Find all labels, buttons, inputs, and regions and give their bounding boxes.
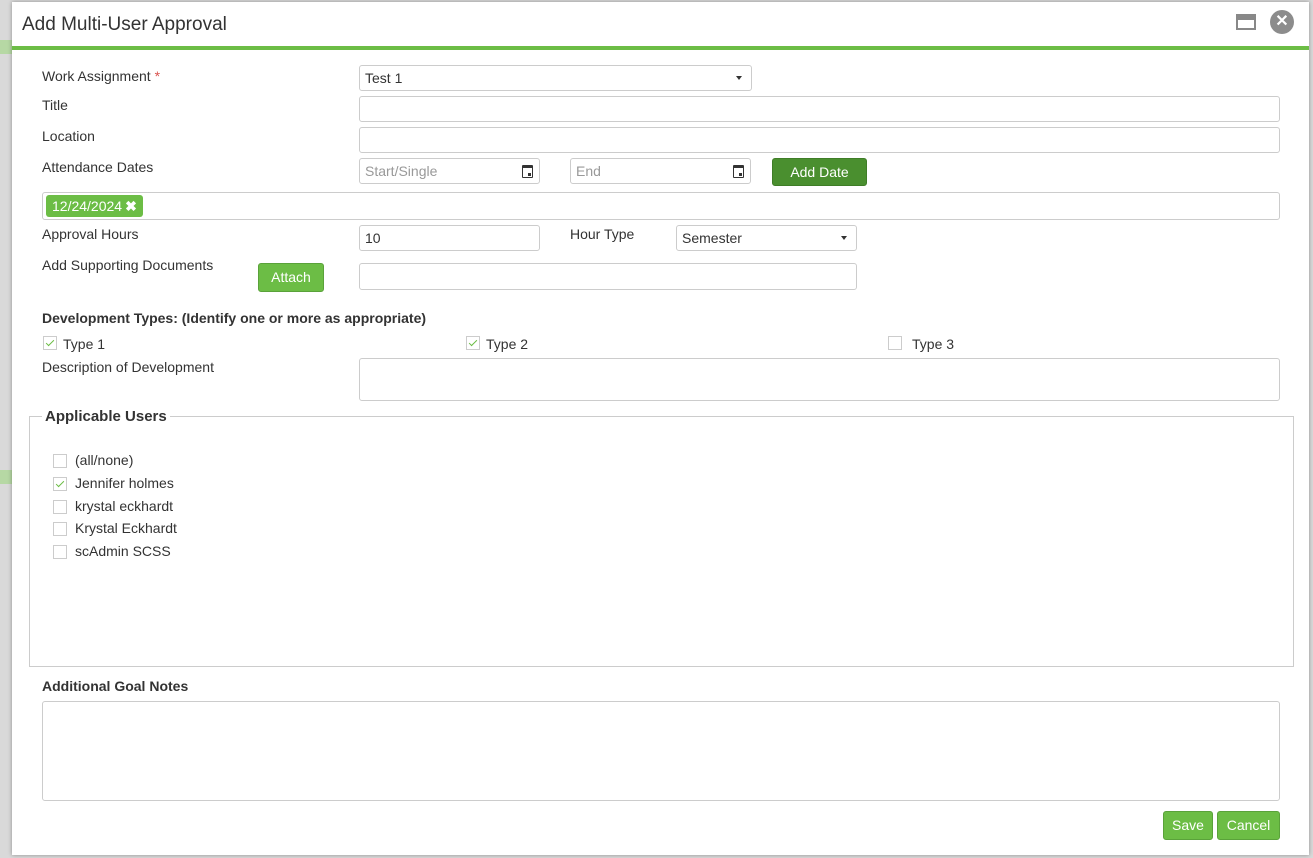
attachment-display: [359, 263, 857, 290]
attendance-dates-label: Attendance Dates: [42, 159, 154, 175]
end-date-input[interactable]: End: [570, 158, 751, 184]
maximize-icon[interactable]: [1236, 14, 1256, 30]
approval-hours-input[interactable]: 10: [359, 225, 540, 251]
user-label-krystal-eckhardt: krystal eckhardt: [75, 498, 174, 514]
date-chip: 12/24/2024 ✖: [46, 195, 143, 217]
description-label: Description of Development: [42, 359, 214, 375]
applicable-users-legend: Applicable Users: [42, 408, 170, 425]
remove-date-icon[interactable]: ✖: [125, 198, 137, 214]
start-date-placeholder: Start/Single: [365, 163, 438, 179]
user-checkbox-krystal-eckhardt-2[interactable]: [53, 522, 67, 536]
title-label: Title: [42, 97, 68, 113]
add-date-button[interactable]: Add Date: [772, 158, 867, 186]
title-input[interactable]: [359, 96, 1280, 122]
type-3-label: Type 3: [912, 336, 955, 352]
approval-hours-label: Approval Hours: [42, 226, 139, 242]
chevron-down-icon: [736, 76, 742, 80]
start-date-input[interactable]: Start/Single: [359, 158, 540, 184]
development-types-label: Development Types: (Identify one or more…: [42, 310, 427, 326]
background-page: [0, 40, 12, 54]
type-2-label: Type 2: [486, 336, 529, 352]
add-multi-user-approval-dialog: Add Multi-User Approval ✕ Work Assignmen…: [12, 2, 1309, 855]
end-date-placeholder: End: [576, 163, 601, 179]
chevron-down-icon: [841, 236, 847, 240]
user-checkbox-scadmin-scss[interactable]: [53, 545, 67, 559]
work-assignment-label: Work Assignment *: [42, 68, 160, 84]
type-1-checkbox[interactable]: [43, 336, 57, 350]
additional-goal-notes-label: Additional Goal Notes: [42, 678, 189, 694]
date-chip-label: 12/24/2024: [52, 198, 123, 214]
hour-type-label: Hour Type: [570, 226, 635, 242]
calendar-icon[interactable]: [522, 165, 533, 178]
user-label-jennifer-holmes: Jennifer holmes: [75, 475, 174, 491]
background-page: [0, 470, 12, 484]
additional-goal-notes-textarea[interactable]: [42, 701, 1280, 801]
work-assignment-value: Test 1: [365, 70, 403, 86]
save-button[interactable]: Save: [1163, 811, 1213, 840]
calendar-icon[interactable]: [733, 165, 744, 178]
description-textarea[interactable]: [359, 358, 1280, 401]
dialog-title: Add Multi-User Approval: [22, 14, 227, 35]
selected-dates-box: 12/24/2024 ✖: [42, 192, 1280, 220]
type-1-label: Type 1: [63, 336, 106, 352]
work-assignment-label-text: Work Assignment: [42, 68, 151, 84]
applicable-users-fieldset: [29, 416, 1294, 667]
location-label: Location: [42, 128, 95, 144]
attach-button[interactable]: Attach: [258, 263, 324, 292]
work-assignment-select[interactable]: Test 1: [359, 65, 752, 91]
all-none-checkbox[interactable]: [53, 454, 67, 468]
supporting-docs-label: Add Supporting Documents: [42, 257, 214, 273]
type-3-checkbox[interactable]: [888, 336, 902, 350]
location-input[interactable]: [359, 127, 1280, 153]
user-label-krystal-eckhardt-2: Krystal Eckhardt: [75, 520, 177, 536]
user-checkbox-jennifer-holmes[interactable]: [53, 477, 67, 491]
cancel-button[interactable]: Cancel: [1217, 811, 1280, 840]
hour-type-value: Semester: [682, 230, 742, 246]
user-checkbox-krystal-eckhardt[interactable]: [53, 500, 67, 514]
user-label-scadmin-scss: scAdmin SCSS: [75, 543, 171, 559]
type-2-checkbox[interactable]: [466, 336, 480, 350]
dialog-title-bar: Add Multi-User Approval ✕: [12, 2, 1309, 50]
hour-type-select[interactable]: Semester: [676, 225, 857, 251]
user-label-all-none: (all/none): [75, 452, 134, 468]
required-mark: *: [154, 68, 161, 84]
close-icon[interactable]: ✕: [1270, 10, 1294, 34]
